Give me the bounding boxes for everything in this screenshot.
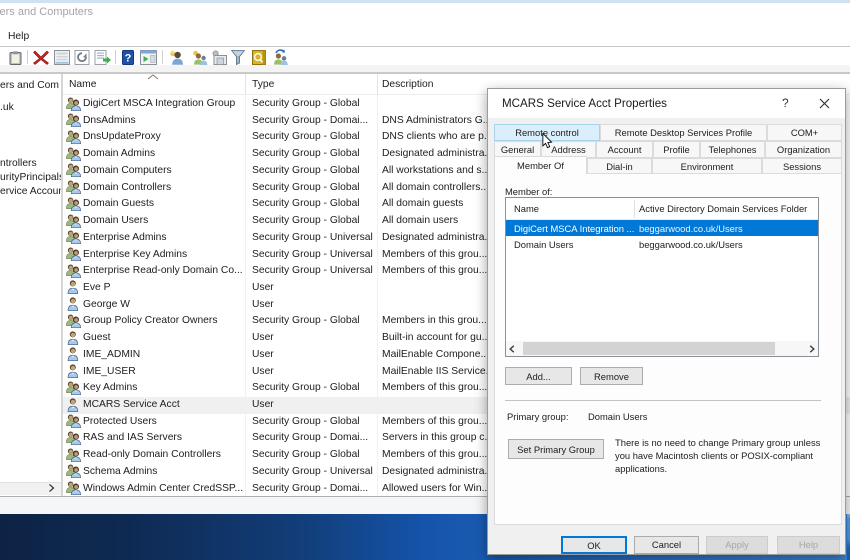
svg-text:?: ? [125, 53, 132, 65]
